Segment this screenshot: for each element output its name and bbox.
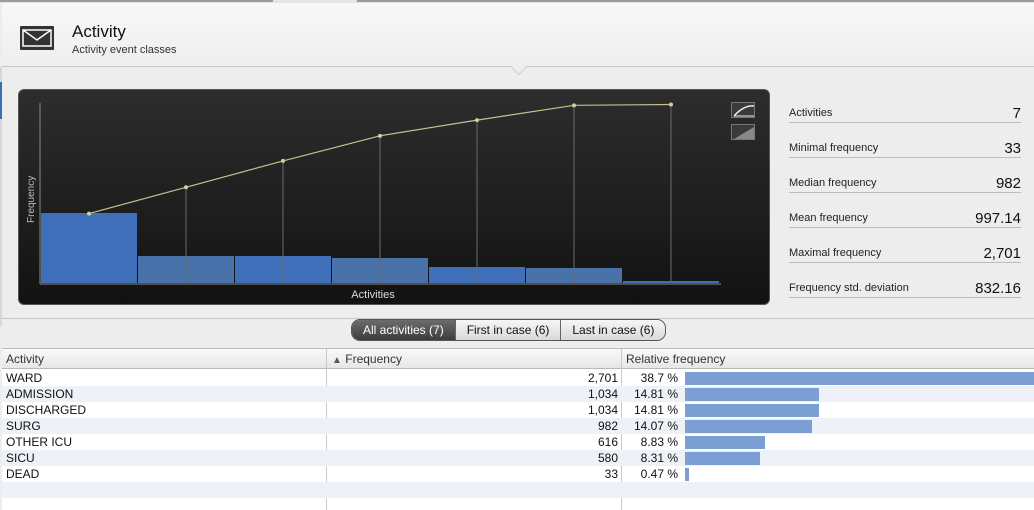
sort-ascending-icon: ▲ <box>332 355 342 366</box>
table-row[interactable]: DEAD 33 0.47 % <box>2 466 1034 482</box>
table-row[interactable]: SICU 580 8.31 % <box>2 450 1034 466</box>
cell-frequency: 982 <box>597 419 618 433</box>
table-row[interactable]: SURG 982 14.07 % <box>2 418 1034 434</box>
tab-last-in-case[interactable]: Last in case (6) <box>561 320 666 340</box>
stat-row: Frequency std. deviation 832.16 <box>789 263 1021 298</box>
column-header-frequency[interactable]: ▲ Frequency <box>332 352 402 366</box>
stat-value: 997.14 <box>975 210 1021 227</box>
stat-value: 33 <box>1004 140 1021 157</box>
chart-bar <box>41 213 137 283</box>
statistics-panel: Activities 7 Minimal frequency 33 Median fre… <box>789 88 1021 298</box>
cell-relative-frequency: 0.47 % <box>640 467 678 481</box>
stat-value: 7 <box>1012 105 1021 122</box>
cell-frequency: 580 <box>597 451 618 465</box>
cell-activity: ADMISSION <box>6 387 74 401</box>
chart-point <box>184 185 188 190</box>
stat-label: Maximal frequency <box>789 247 882 259</box>
empty-row <box>2 498 1034 510</box>
stat-row: Mean frequency 997.14 <box>789 193 1021 228</box>
envelope-icon <box>20 26 54 50</box>
relative-frequency-bar <box>685 452 760 465</box>
empty-row <box>2 482 1034 498</box>
cell-activity: SICU <box>6 451 35 465</box>
tab-first-in-case[interactable]: First in case (6) <box>455 320 562 340</box>
cumulative-line-icon[interactable] <box>731 102 755 118</box>
table-row[interactable]: DISCHARGED 1,034 14.81 % <box>2 402 1034 418</box>
tab-all-activities[interactable]: All activities (7) <box>352 320 456 340</box>
column-header-activity[interactable]: Activity <box>6 352 44 366</box>
relative-frequency-bar <box>685 404 819 417</box>
cell-relative-frequency: 14.07 % <box>633 419 678 433</box>
chart-xlabel: Activities <box>351 289 395 301</box>
left-edge-indicator <box>0 67 2 327</box>
relative-frequency-bar <box>685 436 765 449</box>
chart-point <box>281 158 285 163</box>
cell-activity: DISCHARGED <box>6 403 87 417</box>
activity-table: Activity ▲ Frequency Relative frequency … <box>2 348 1034 510</box>
page-header: Activity Activity event classes <box>2 3 1034 67</box>
table-row[interactable]: ADMISSION 1,034 14.81 % <box>2 386 1034 402</box>
cell-relative-frequency: 8.83 % <box>640 435 678 449</box>
cell-frequency: 2,701 <box>587 371 618 385</box>
stat-label: Activities <box>789 107 833 119</box>
stat-row: Median frequency 982 <box>789 158 1021 193</box>
page-title: Activity <box>72 22 126 41</box>
area-icon[interactable] <box>731 124 755 140</box>
cell-frequency: 616 <box>597 435 618 449</box>
chart-point <box>475 118 479 123</box>
cell-relative-frequency: 14.81 % <box>633 403 678 417</box>
cell-relative-frequency: 14.81 % <box>633 387 678 401</box>
chart-point <box>378 133 382 138</box>
cell-frequency: 1,034 <box>587 403 618 417</box>
stat-label: Frequency std. deviation <box>789 282 909 294</box>
relative-frequency-bar <box>685 388 819 401</box>
pareto-chart: Frequency Activities <box>18 89 770 305</box>
stat-row: Maximal frequency 2,701 <box>789 228 1021 263</box>
cell-frequency: 1,034 <box>587 387 618 401</box>
page-subtitle: Activity event classes <box>72 44 177 56</box>
stat-row: Activities 7 <box>789 88 1021 123</box>
table-row[interactable]: WARD 2,701 38.7 % <box>2 370 1034 386</box>
column-header-relative-frequency[interactable]: Relative frequency <box>626 352 725 366</box>
cell-activity: DEAD <box>6 467 40 481</box>
cell-activity: OTHER ICU <box>6 435 72 449</box>
stat-label: Minimal frequency <box>789 142 879 154</box>
relative-frequency-bar <box>685 468 689 481</box>
chart-point <box>669 102 673 107</box>
chart-canvas: Frequency Activities <box>26 102 721 301</box>
stat-label: Mean frequency <box>789 212 868 224</box>
chart-ylabel: Frequency <box>26 176 37 223</box>
stat-row: Minimal frequency 33 <box>789 123 1021 158</box>
stat-value: 2,701 <box>983 245 1021 262</box>
table-row[interactable]: OTHER ICU 616 8.83 % <box>2 434 1034 450</box>
stat-value: 832.16 <box>975 280 1021 297</box>
relative-frequency-bar <box>685 420 812 433</box>
chart-point <box>572 103 576 108</box>
stat-value: 982 <box>995 175 1021 192</box>
cell-frequency: 33 <box>604 467 618 481</box>
cell-relative-frequency: 38.7 % <box>640 371 678 385</box>
table-header: Activity ▲ Frequency Relative frequency <box>2 349 1034 369</box>
table-body: WARD 2,701 38.7 % ADMISSION 1,034 14.81 % DISC… <box>2 370 1034 510</box>
relative-frequency-bar <box>685 372 1034 385</box>
cell-relative-frequency: 8.31 % <box>640 451 678 465</box>
stat-label: Median frequency <box>789 177 877 189</box>
chart-point <box>87 211 91 216</box>
cell-activity: WARD <box>6 371 43 385</box>
activity-filter-tabs: All activities (7) First in case (6) Last … <box>351 319 667 341</box>
cell-activity: SURG <box>6 419 41 433</box>
